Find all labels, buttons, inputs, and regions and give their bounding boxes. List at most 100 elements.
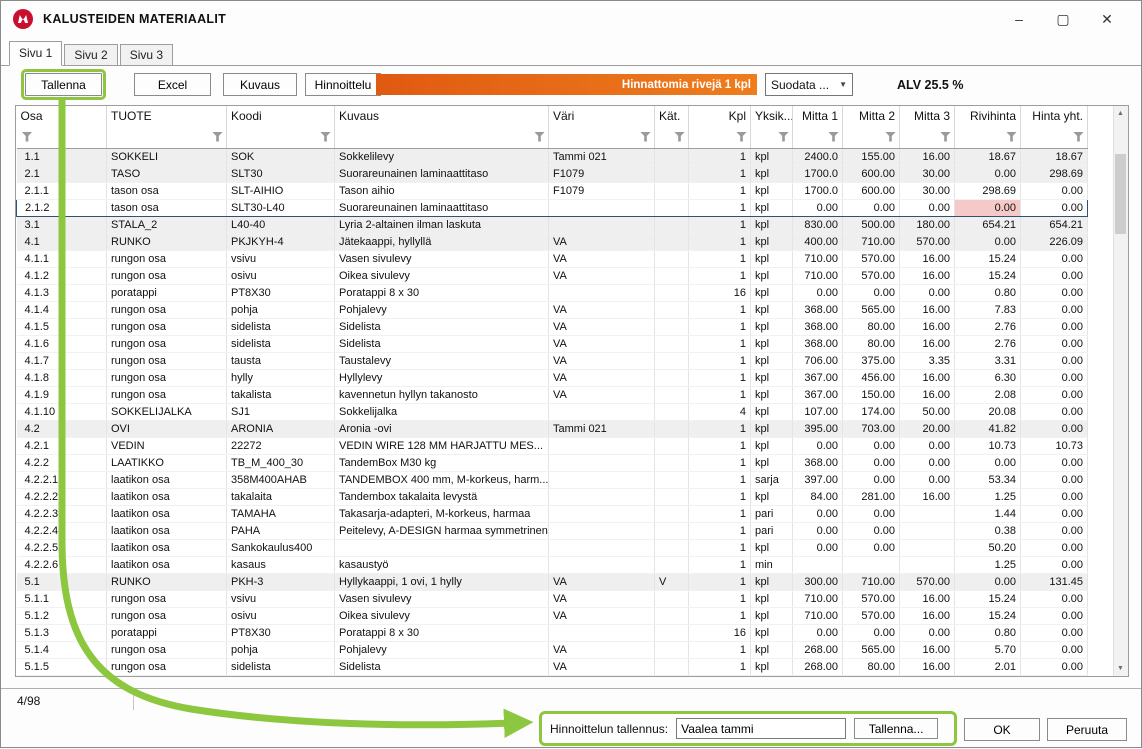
cell-osa[interactable]: 4.2.2.3 [17, 505, 107, 522]
cell-kpl[interactable]: 1 [689, 182, 751, 199]
cell-mitta1[interactable]: 0.00 [793, 624, 843, 641]
cell-mitta1[interactable]: 395.00 [793, 420, 843, 437]
filter-funnel-icon[interactable] [1006, 132, 1017, 142]
cell-yksik[interactable]: kpl [751, 488, 793, 505]
cell-kpl[interactable]: 1 [689, 505, 751, 522]
cell-koodi[interactable]: osivu [227, 267, 335, 284]
cell-mitta3[interactable]: 16.00 [900, 658, 955, 675]
cell-kpl[interactable]: 1 [689, 641, 751, 658]
cell-hinta[interactable]: 0.00 [1021, 505, 1088, 522]
cell-mitta1[interactable]: 0.00 [793, 539, 843, 556]
cell-yksik[interactable]: kpl [751, 386, 793, 403]
cell-mitta2[interactable]: 155.00 [843, 148, 900, 165]
table-row[interactable]: 4.1.4rungon osapohjaPohjalevyVA1kpl368.0… [17, 301, 1088, 318]
cell-osa[interactable]: 4.2.2.5 [17, 539, 107, 556]
column-header-koodi[interactable]: Koodi [227, 106, 335, 148]
cell-vari[interactable] [549, 403, 655, 420]
cell-kat[interactable] [655, 590, 689, 607]
cell-mitta2[interactable]: 710.00 [843, 233, 900, 250]
cell-kat[interactable] [655, 216, 689, 233]
column-header-vari[interactable]: Väri [549, 106, 655, 148]
cell-osa[interactable]: 5.1.4 [17, 641, 107, 658]
cell-kat[interactable] [655, 505, 689, 522]
cell-tuote[interactable]: laatikon osa [107, 488, 227, 505]
cell-hinta[interactable]: 131.45 [1021, 573, 1088, 590]
cell-rivihinta[interactable]: 53.34 [955, 471, 1021, 488]
cell-yksik[interactable]: kpl [751, 233, 793, 250]
cell-hinta[interactable]: 0.00 [1021, 250, 1088, 267]
cell-yksik[interactable]: kpl [751, 454, 793, 471]
cell-vari[interactable]: VA [549, 335, 655, 352]
cell-mitta1[interactable]: 107.00 [793, 403, 843, 420]
cell-hinta[interactable]: 0.00 [1021, 471, 1088, 488]
cell-kat[interactable] [655, 318, 689, 335]
cell-tuote[interactable]: rungon osa [107, 250, 227, 267]
cell-vari[interactable]: VA [549, 233, 655, 250]
cell-vari[interactable]: VA [549, 641, 655, 658]
filter-funnel-icon[interactable] [534, 132, 545, 142]
cell-koodi[interactable]: Sankokaulus400 [227, 539, 335, 556]
cell-mitta2[interactable] [843, 556, 900, 573]
cell-mitta1[interactable]: 710.00 [793, 267, 843, 284]
cell-kuvaus[interactable]: Oikea sivulevy [335, 607, 549, 624]
cell-kuvaus[interactable]: Aronia -ovi [335, 420, 549, 437]
cell-kuvaus[interactable]: Hyllylevy [335, 369, 549, 386]
table-row[interactable]: 4.2.2.5laatikon osaSankokaulus4001kpl0.0… [17, 539, 1088, 556]
cell-rivihinta[interactable]: 654.21 [955, 216, 1021, 233]
cell-mitta2[interactable]: 0.00 [843, 199, 900, 216]
cell-kpl[interactable]: 1 [689, 216, 751, 233]
cell-kpl[interactable]: 1 [689, 369, 751, 386]
cell-kuvaus[interactable]: Pohjalevy [335, 641, 549, 658]
cell-yksik[interactable]: kpl [751, 301, 793, 318]
cell-osa[interactable]: 4.1.7 [17, 352, 107, 369]
tab-sivu-2[interactable]: Sivu 2 [64, 44, 117, 65]
cell-mitta1[interactable]: 0.00 [793, 284, 843, 301]
cell-kpl[interactable]: 1 [689, 267, 751, 284]
cell-mitta1[interactable]: 368.00 [793, 335, 843, 352]
cell-kat[interactable] [655, 522, 689, 539]
cell-mitta3[interactable]: 16.00 [900, 386, 955, 403]
cell-rivihinta[interactable]: 0.38 [955, 522, 1021, 539]
cell-rivihinta[interactable]: 50.20 [955, 539, 1021, 556]
cell-yksik[interactable]: kpl [751, 318, 793, 335]
cell-kat[interactable] [655, 624, 689, 641]
cell-kat[interactable] [655, 284, 689, 301]
cell-mitta3[interactable]: 16.00 [900, 369, 955, 386]
cell-yksik[interactable]: sarja [751, 471, 793, 488]
cell-rivihinta[interactable]: 0.00 [955, 199, 1021, 216]
cell-rivihinta[interactable]: 10.73 [955, 437, 1021, 454]
cell-yksik[interactable]: kpl [751, 352, 793, 369]
cell-vari[interactable] [549, 437, 655, 454]
cell-kuvaus[interactable]: Sokkelijalka [335, 403, 549, 420]
cell-yksik[interactable]: kpl [751, 403, 793, 420]
table-row[interactable]: 4.1.7rungon osataustaTaustalevyVA1kpl706… [17, 352, 1088, 369]
cell-koodi[interactable]: 22272 [227, 437, 335, 454]
cell-kat[interactable] [655, 641, 689, 658]
cell-hinta[interactable]: 0.00 [1021, 522, 1088, 539]
cell-tuote[interactable]: laatikon osa [107, 539, 227, 556]
cell-hinta[interactable]: 0.00 [1021, 420, 1088, 437]
cell-kpl[interactable]: 1 [689, 522, 751, 539]
filter-funnel-icon[interactable] [320, 132, 331, 142]
cell-tuote[interactable]: rungon osa [107, 301, 227, 318]
table-row[interactable]: 2.1TASOSLT30Suorareunainen laminaattitas… [17, 165, 1088, 182]
cell-koodi[interactable]: SLT30 [227, 165, 335, 182]
cell-kpl[interactable]: 1 [689, 233, 751, 250]
cell-mitta2[interactable]: 0.00 [843, 522, 900, 539]
cell-yksik[interactable]: kpl [751, 216, 793, 233]
cell-rivihinta[interactable]: 1.25 [955, 488, 1021, 505]
table-row[interactable]: 4.1.8rungon osahyllyHyllylevyVA1kpl367.0… [17, 369, 1088, 386]
cell-osa[interactable]: 4.1.1 [17, 250, 107, 267]
cell-vari[interactable]: F1079 [549, 182, 655, 199]
cell-kuvaus[interactable]: TandemBox M30 kg [335, 454, 549, 471]
cell-kpl[interactable]: 1 [689, 658, 751, 675]
filter-funnel-icon[interactable] [212, 132, 223, 142]
cell-koodi[interactable]: 358M400AHAB [227, 471, 335, 488]
pricing-name-input[interactable] [676, 718, 846, 739]
cell-tuote[interactable]: TASO [107, 165, 227, 182]
filter-funnel-icon[interactable] [1073, 132, 1084, 142]
cell-osa[interactable]: 3.1 [17, 216, 107, 233]
cell-kpl[interactable]: 16 [689, 624, 751, 641]
cell-tuote[interactable]: rungon osa [107, 369, 227, 386]
cell-osa[interactable]: 4.1.6 [17, 335, 107, 352]
